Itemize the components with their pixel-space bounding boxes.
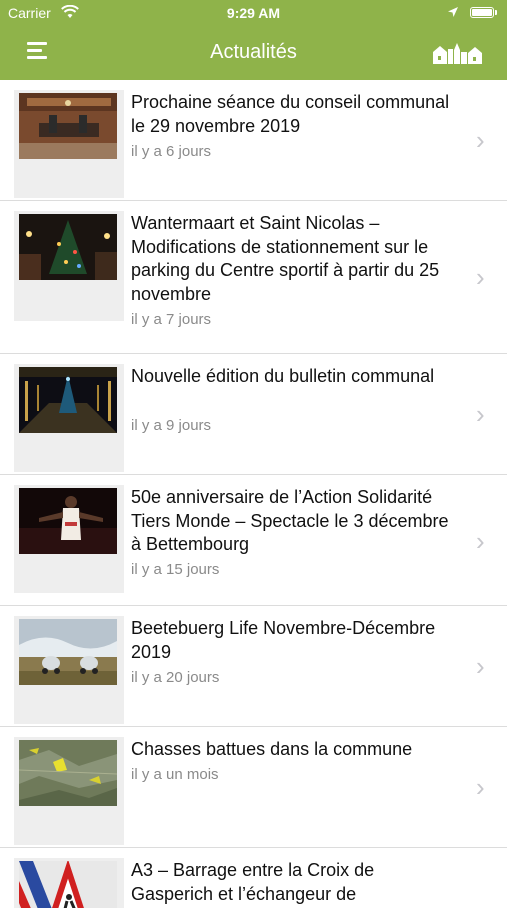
battery-icon [470, 7, 497, 18]
thumbnail-frame [14, 858, 124, 908]
news-thumbnail [19, 861, 117, 908]
news-item[interactable]: Wantermaart et Saint Nicolas – Modificat… [0, 201, 507, 354]
news-item[interactable]: Nouvelle édition du bulletin communal il… [0, 354, 507, 475]
news-date: il y a 6 jours [131, 143, 212, 160]
news-title: Chasses battues dans la commune [131, 739, 413, 759]
navigation-bar: Actualités [0, 26, 507, 80]
thumbnail-frame [14, 737, 124, 845]
thumbnail-frame [14, 364, 124, 472]
town-skyline-icon[interactable] [433, 40, 483, 64]
chevron-right-icon: › [476, 526, 485, 556]
news-title: Wantermaart et Saint Nicolas – Modificat… [131, 213, 440, 304]
news-item[interactable]: A3 – Barrage entre la Croix de Gasperich… [0, 848, 507, 908]
thumbnail-frame [14, 485, 124, 593]
thumbnail-frame [14, 90, 124, 198]
news-item[interactable]: Prochaine séance du conseil communal le … [0, 80, 507, 201]
news-title: Nouvelle édition du bulletin communal [131, 366, 435, 386]
news-date: il y a 15 jours [131, 561, 220, 578]
location-arrow-icon [447, 5, 459, 21]
news-item[interactable]: 50e anniversaire de l’Action Solidarité … [0, 475, 507, 606]
news-item[interactable]: Chasses battues dans la commune il y a u… [0, 727, 507, 848]
chevron-right-icon: › [476, 125, 485, 155]
news-list: Prochaine séance du conseil communal le … [0, 80, 507, 908]
clock: 9:29 AM [226, 5, 281, 21]
news-thumbnail [19, 488, 117, 554]
news-thumbnail [19, 367, 117, 433]
thumbnail-frame [14, 616, 124, 724]
news-thumbnail [19, 740, 117, 806]
news-title: A3 – Barrage entre la Croix de Gasperich… [131, 860, 375, 904]
news-date: il y a 9 jours [131, 417, 212, 434]
chevron-right-icon: › [476, 772, 485, 802]
chevron-right-icon: › [476, 399, 485, 429]
chevron-right-icon: › [476, 651, 485, 681]
news-date: il y a un mois [131, 766, 219, 783]
news-title: Prochaine séance du conseil communal le … [131, 92, 450, 136]
news-thumbnail [19, 619, 117, 685]
news-thumbnail [19, 214, 117, 280]
status-bar: Carrier 9:29 AM [0, 0, 507, 26]
page-title: Actualités [210, 41, 297, 63]
thumbnail-frame [14, 211, 124, 321]
news-date: il y a 20 jours [131, 669, 220, 686]
news-thumbnail [19, 93, 117, 159]
news-title: Beetebuerg Life Novembre-Décembre 2019 [131, 618, 436, 662]
news-title: 50e anniversaire de l’Action Solidarité … [131, 487, 449, 554]
chevron-right-icon: › [476, 262, 485, 292]
news-date: il y a 7 jours [131, 311, 212, 328]
news-item[interactable]: Beetebuerg Life Novembre-Décembre 2019 i… [0, 606, 507, 727]
